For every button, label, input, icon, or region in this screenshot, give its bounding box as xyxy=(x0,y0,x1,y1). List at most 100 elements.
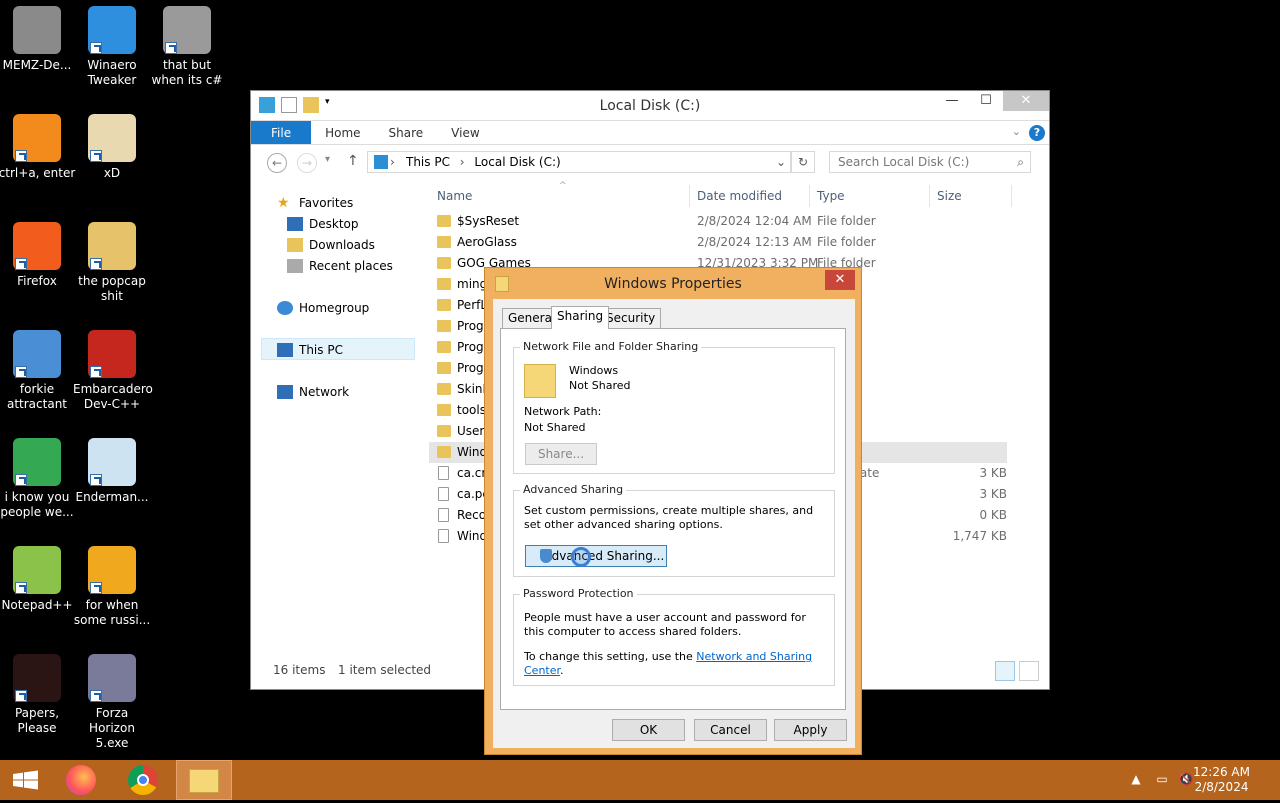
cancel-button[interactable]: Cancel xyxy=(694,719,767,741)
nav-this-pc-label: This PC xyxy=(299,343,343,357)
file-name: ming xyxy=(457,277,488,291)
address-bar[interactable]: › This PC › Local Disk (C:) ⌄ xyxy=(367,151,791,173)
nav-desktop[interactable]: Desktop xyxy=(287,214,359,234)
clock[interactable]: 12:26 AM 2/8/2024 xyxy=(1193,765,1250,795)
taskbar-chrome[interactable] xyxy=(116,760,172,800)
desktop-icon-label: forkie attractant xyxy=(6,382,68,411)
password-protection-legend: Password Protection xyxy=(520,587,637,600)
desktop-icon[interactable]: for when some russi... xyxy=(73,546,151,628)
nav-recent-places[interactable]: Recent places xyxy=(287,256,393,276)
password-protection-group: Password Protection People must have a u… xyxy=(513,587,835,686)
desktop-icon[interactable]: ctrl+a, enter xyxy=(0,114,76,181)
folder-icon xyxy=(437,341,451,353)
column-name[interactable]: Name xyxy=(437,189,472,203)
refresh-button[interactable]: ↻ xyxy=(791,151,815,173)
explorer-titlebar[interactable]: ▾ Local Disk (C:) — ☐ ✕ xyxy=(251,91,1049,121)
folder-icon xyxy=(437,215,451,227)
close-button[interactable]: ✕ xyxy=(1003,91,1049,111)
file-icon xyxy=(438,466,449,480)
desktop-icon[interactable]: Embarcadero Dev-C++ xyxy=(73,330,153,412)
breadcrumb-local-disk[interactable]: Local Disk (C:) xyxy=(474,155,560,169)
sharing-panel: Network File and Folder Sharing Windows … xyxy=(500,328,846,710)
minimize-button[interactable]: — xyxy=(935,91,969,111)
shortcut-arrow-icon xyxy=(90,366,102,378)
nav-homegroup[interactable]: Homegroup xyxy=(277,298,369,318)
dialog-close-button[interactable]: ✕ xyxy=(825,270,855,290)
taskbar-firefox[interactable] xyxy=(54,760,110,800)
breadcrumb-this-pc[interactable]: This PC xyxy=(406,155,450,169)
file-date: 2/8/2024 12:13 AM xyxy=(697,235,812,249)
up-button[interactable]: ↑ xyxy=(347,153,359,169)
desktop-icon[interactable]: MEMZ-De... xyxy=(0,6,76,73)
apply-button[interactable]: Apply xyxy=(774,719,847,741)
desktop-icon[interactable]: Forza Horizon 5.exe xyxy=(73,654,151,751)
desktop-icon[interactable]: Enderman... xyxy=(73,438,151,505)
nav-favorites[interactable]: ★ Favorites xyxy=(277,193,353,213)
expand-ribbon-icon[interactable]: ⌄ xyxy=(1012,125,1021,138)
help-icon[interactable]: ? xyxy=(1029,125,1045,141)
winaero-icon xyxy=(88,6,136,54)
desktop-icon[interactable]: Firefox xyxy=(0,222,76,289)
start-button[interactable] xyxy=(0,760,56,800)
shortcut-arrow-icon xyxy=(90,474,102,486)
desktop-icon-label: Enderman... xyxy=(75,490,149,504)
downloads-icon xyxy=(287,238,303,252)
nav-downloads-label: Downloads xyxy=(309,238,375,252)
large-icons-view-button[interactable] xyxy=(1019,661,1039,681)
file-size: 3 KB xyxy=(979,466,1007,480)
table-row[interactable]: AeroGlass 2/8/2024 12:13 AM File folder xyxy=(429,232,1007,253)
address-dropdown-icon[interactable]: ⌄ xyxy=(776,152,786,172)
tab-home[interactable]: Home xyxy=(311,121,374,144)
table-row[interactable]: $SysReset 2/8/2024 12:04 AM File folder xyxy=(429,211,1007,232)
share-button[interactable]: Share... xyxy=(525,443,597,465)
back-button[interactable]: ← xyxy=(267,153,287,173)
recent-locations-icon[interactable]: ▾ xyxy=(325,154,330,165)
folder-share-state: Not Shared xyxy=(569,379,631,392)
volume-muted-icon[interactable]: 🔇 xyxy=(1178,772,1194,788)
desktop-icon[interactable]: Winaero Tweaker xyxy=(73,6,151,88)
item-count: 16 items xyxy=(273,663,326,677)
desktop-icon[interactable]: forkie attractant xyxy=(0,330,76,412)
desktop-icon-label: Firefox xyxy=(17,274,57,288)
file-date: 2/8/2024 12:04 AM xyxy=(697,214,812,228)
desktop-icon[interactable]: the popcap shit xyxy=(73,222,151,304)
file-icon xyxy=(438,508,449,522)
maximize-button[interactable]: ☐ xyxy=(969,91,1003,111)
desktop-icon[interactable]: Papers, Please xyxy=(0,654,76,736)
nav-network-label: Network xyxy=(299,385,350,399)
desktop-icon-label: MEMZ-De... xyxy=(2,58,72,72)
column-size[interactable]: Size xyxy=(937,189,962,203)
file-name: Wind xyxy=(457,445,488,459)
ok-button[interactable]: OK xyxy=(612,719,685,741)
shortcut-arrow-icon xyxy=(165,42,177,54)
taskbar-file-explorer[interactable] xyxy=(176,760,232,800)
de-icon xyxy=(88,546,136,594)
tab-file[interactable]: File xyxy=(251,121,312,144)
details-view-button[interactable] xyxy=(995,661,1015,681)
navigation-bar: ← → ▾ ↑ › This PC › Local Disk (C:) ⌄ ↻ … xyxy=(251,145,1049,179)
desktop-icon[interactable]: Notepad++ xyxy=(0,546,76,613)
tab-share[interactable]: Share xyxy=(375,121,438,144)
nav-network[interactable]: Network xyxy=(277,382,349,402)
desktop-icon-label: Papers, Please xyxy=(14,706,60,735)
tab-security[interactable]: Security xyxy=(600,308,662,328)
tab-view[interactable]: View xyxy=(437,121,493,144)
navigation-pane: ★ Favorites Desktop Downloads Recent plac… xyxy=(251,181,421,651)
desktop-icon[interactable]: that but when its c# xyxy=(148,6,226,88)
tab-sharing[interactable]: Sharing xyxy=(551,306,610,329)
nav-this-pc[interactable]: This PC xyxy=(277,340,343,360)
nav-downloads[interactable]: Downloads xyxy=(287,235,375,255)
network-tray-icon[interactable]: ▭ xyxy=(1154,772,1170,788)
desktop-icon[interactable]: xD xyxy=(73,114,151,181)
advanced-sharing-button[interactable]: Advanced Sharing... xyxy=(525,545,667,567)
change-setting-text: To change this setting, use the Network … xyxy=(524,650,834,678)
column-type[interactable]: Type xyxy=(817,189,845,203)
forward-button[interactable]: → xyxy=(297,153,317,173)
desktop-icon[interactable]: i know you people we... xyxy=(0,438,76,520)
show-hidden-icons-icon[interactable]: ▲ xyxy=(1128,772,1144,788)
windows-logo-icon xyxy=(13,770,38,790)
desktop-icon-label: Embarcadero Dev-C++ xyxy=(73,382,153,411)
column-date[interactable]: Date modified xyxy=(697,189,782,203)
search-input[interactable]: Search Local Disk (C:) ⌕ xyxy=(829,151,1031,173)
firefox-icon xyxy=(66,765,96,795)
